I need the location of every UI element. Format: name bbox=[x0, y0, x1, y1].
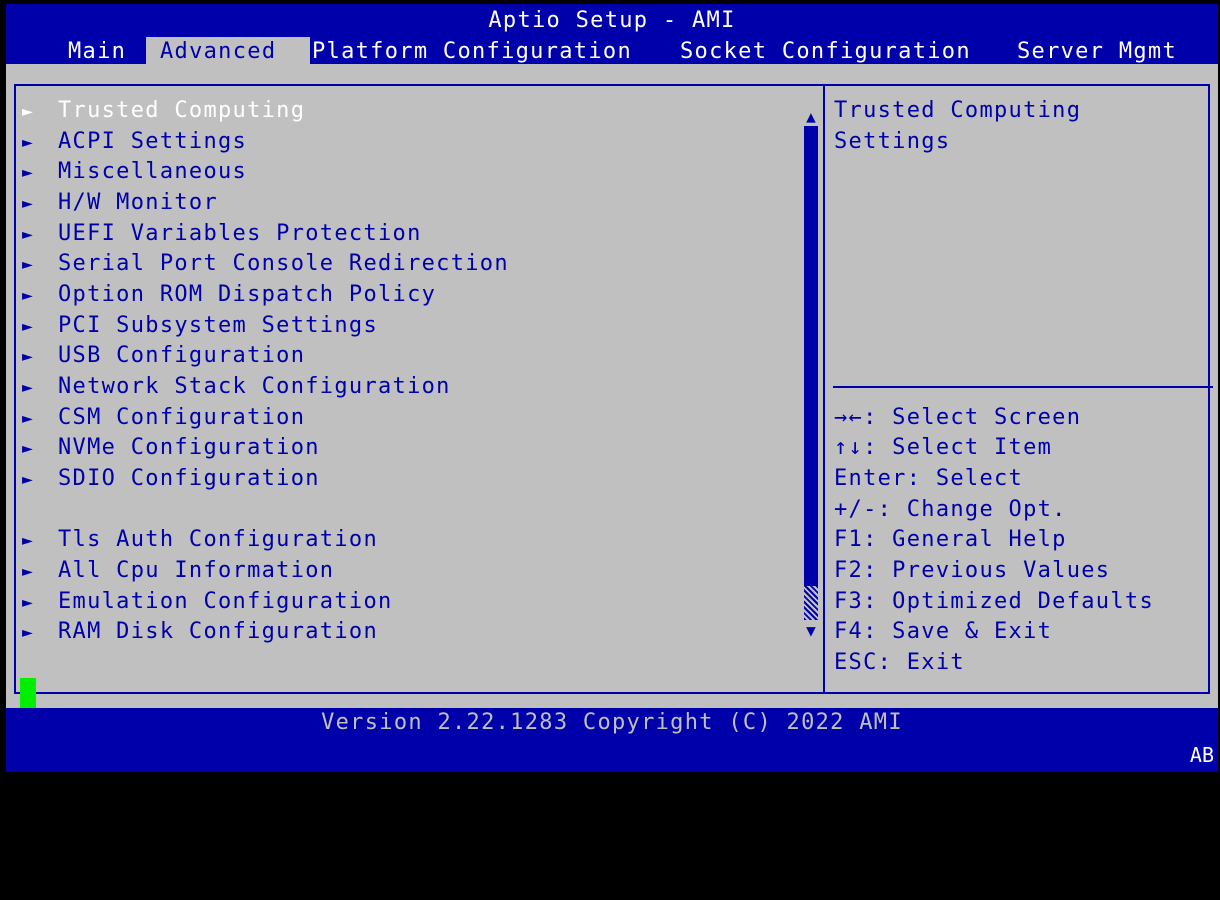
submenu-arrow-icon: ► bbox=[22, 530, 35, 551]
main-area: ► Trusted Computing ► ACPI Settings ► Misce… bbox=[6, 64, 1218, 708]
menu-item-pci-subsystem-settings[interactable]: ► PCI Subsystem Settings bbox=[22, 311, 378, 341]
menu-item-csm-configuration[interactable]: ► CSM Configuration bbox=[22, 403, 305, 433]
menu-item-nvme-configuration[interactable]: ► NVMe Configuration bbox=[22, 433, 320, 463]
scroll-down-arrow-icon[interactable]: ▼ bbox=[802, 622, 820, 640]
submenu-arrow-icon: ► bbox=[22, 469, 35, 490]
tab-main[interactable]: Main bbox=[62, 37, 148, 67]
submenu-arrow-icon: ► bbox=[22, 254, 35, 275]
tab-platform-configuration[interactable]: Platform Configuration bbox=[312, 37, 662, 67]
help-separator bbox=[833, 386, 1213, 388]
scrollbar-thumb[interactable] bbox=[804, 126, 818, 586]
menu-item-acpi-settings[interactable]: ► ACPI Settings bbox=[22, 127, 247, 157]
key-help-select-screen: →←: Select Screen bbox=[834, 405, 1082, 430]
app-title: Aptio Setup - AMI bbox=[488, 8, 736, 33]
post-code: AB bbox=[1189, 743, 1214, 767]
tab-socket-configuration[interactable]: Socket Configuration bbox=[680, 37, 1000, 67]
submenu-arrow-icon: ► bbox=[22, 346, 35, 367]
panel-divider bbox=[823, 84, 825, 694]
submenu-arrow-icon: ► bbox=[22, 316, 35, 337]
menu-item-hw-monitor[interactable]: ► H/W Monitor bbox=[22, 188, 218, 218]
submenu-arrow-icon: ► bbox=[22, 377, 35, 398]
submenu-arrow-icon: ► bbox=[22, 132, 35, 153]
submenu-arrow-icon: ► bbox=[22, 193, 35, 214]
key-help-optimized-defaults: F3: Optimized Defaults bbox=[834, 589, 1154, 614]
menu-item-serial-port-console-redirection[interactable]: ► Serial Port Console Redirection bbox=[22, 249, 509, 279]
help-text-line: Settings bbox=[834, 129, 951, 154]
menu-item-uefi-variables-protection[interactable]: ► UEFI Variables Protection bbox=[22, 219, 422, 249]
menu-item-network-stack-configuration[interactable]: ► Network Stack Configuration bbox=[22, 372, 451, 402]
key-help-select-item: ↑↓: Select Item bbox=[834, 435, 1053, 460]
submenu-arrow-icon: ► bbox=[22, 285, 35, 306]
scroll-up-arrow-icon[interactable]: ▲ bbox=[802, 108, 820, 126]
submenu-arrow-icon: ► bbox=[22, 592, 35, 613]
menu-item-all-cpu-information[interactable]: ► All Cpu Information bbox=[22, 556, 334, 586]
submenu-arrow-icon: ► bbox=[22, 561, 35, 582]
key-help-save-exit: F4: Save & Exit bbox=[834, 619, 1053, 644]
text-cursor bbox=[20, 678, 36, 708]
footer-bar: Version 2.22.1283 Copyright (C) 2022 AMI… bbox=[6, 708, 1218, 772]
bios-screen: Aptio Setup - AMI Main Advanced Platform… bbox=[0, 0, 1220, 776]
key-help-enter: Enter: Select bbox=[834, 466, 1024, 491]
tab-server-mgmt[interactable]: Server Mgmt bbox=[1017, 37, 1197, 67]
menu-item-trusted-computing[interactable]: ► Trusted Computing bbox=[22, 96, 305, 126]
key-help-previous-values: F2: Previous Values bbox=[834, 558, 1111, 583]
key-help-esc-exit: ESC: Exit bbox=[834, 650, 965, 675]
version-copyright: Version 2.22.1283 Copyright (C) 2022 AMI bbox=[321, 710, 903, 735]
menu-item-option-rom-dispatch-policy[interactable]: ► Option ROM Dispatch Policy bbox=[22, 280, 436, 310]
menu-item-emulation-configuration[interactable]: ► Emulation Configuration bbox=[22, 587, 393, 617]
help-text-line: Trusted Computing bbox=[834, 98, 1082, 123]
key-help-change-opt: +/-: Change Opt. bbox=[834, 497, 1067, 522]
submenu-arrow-icon: ► bbox=[22, 101, 35, 122]
key-help-general-help: F1: General Help bbox=[834, 527, 1067, 552]
menu-item-usb-configuration[interactable]: ► USB Configuration bbox=[22, 341, 305, 371]
submenu-arrow-icon: ► bbox=[22, 162, 35, 183]
submenu-arrow-icon: ► bbox=[22, 438, 35, 459]
submenu-arrow-icon: ► bbox=[22, 224, 35, 245]
scrollbar-track-dither bbox=[804, 586, 818, 620]
menu-item-ram-disk-configuration[interactable]: ► RAM Disk Configuration bbox=[22, 617, 378, 647]
submenu-arrow-icon: ► bbox=[22, 622, 35, 643]
menu-item-tls-auth-configuration[interactable]: ► Tls Auth Configuration bbox=[22, 525, 378, 555]
menu-item-miscellaneous[interactable]: ► Miscellaneous bbox=[22, 157, 247, 187]
tab-advanced[interactable]: Advanced bbox=[146, 37, 310, 67]
menu-item-sdio-configuration[interactable]: ► SDIO Configuration bbox=[22, 464, 320, 494]
title-bar: Aptio Setup - AMI Main Advanced Platform… bbox=[6, 4, 1218, 67]
submenu-arrow-icon: ► bbox=[22, 408, 35, 429]
